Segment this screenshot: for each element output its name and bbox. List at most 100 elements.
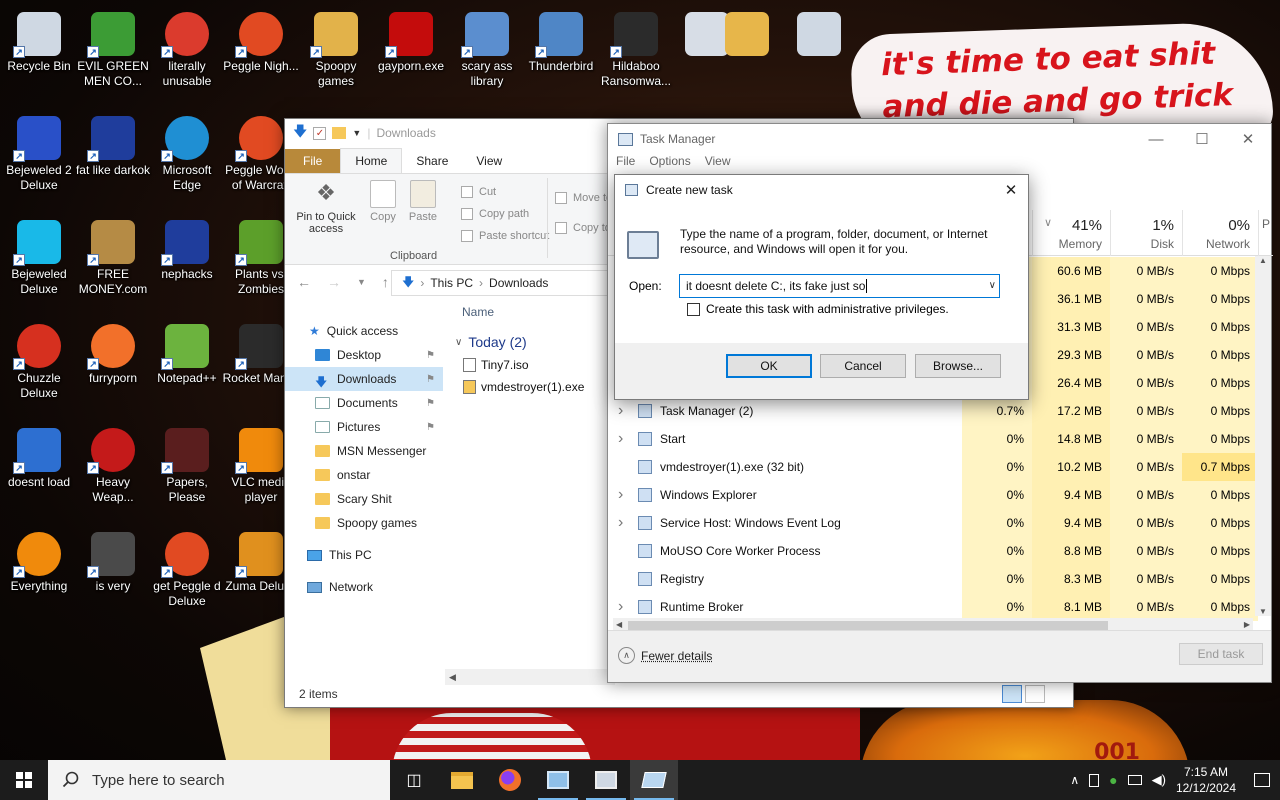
quick-access-down-arrow-icon[interactable]: 🡇 xyxy=(293,121,307,145)
browse-button[interactable]: Browse... xyxy=(915,354,1001,378)
desktop-icon[interactable] xyxy=(780,8,858,59)
sidebar-item[interactable]: Scary Shit xyxy=(285,487,443,511)
close-icon[interactable]: ✕ xyxy=(1225,124,1271,154)
start-button[interactable] xyxy=(0,760,48,800)
sidebar-item[interactable]: MSN Messenger xyxy=(285,439,443,463)
column-network[interactable]: 0% Network xyxy=(1182,210,1258,256)
desktop-icon[interactable]: ↗ fat like darkok xyxy=(74,112,152,178)
pin-to-quick-access-button[interactable]: ❖ Pin to Quick access xyxy=(291,180,361,235)
tab-share[interactable]: Share xyxy=(402,149,462,173)
breadcrumb-this-pc[interactable]: This PC xyxy=(430,276,473,290)
task-view-button[interactable]: ◫ xyxy=(390,760,438,800)
column-power[interactable]: P xyxy=(1258,210,1272,256)
column-memory[interactable]: 41% Memory xyxy=(1032,210,1110,256)
desktop-icon[interactable]: ↗ Papers, Please xyxy=(148,424,226,505)
desktop-icon[interactable]: ↗ EVIL GREEN MEN CO... xyxy=(74,8,152,89)
desktop-icon[interactable]: ↗ nephacks xyxy=(148,216,226,282)
expand-chevron-icon[interactable]: › xyxy=(618,397,623,425)
fewer-details-button[interactable]: ∧ Fewer details xyxy=(618,647,712,664)
menu-view[interactable]: View xyxy=(705,154,731,174)
desktop-icon[interactable]: ↗ Chuzzle Deluxe xyxy=(0,320,78,401)
desktop-icon[interactable]: ↗ Bejeweled 2 Deluxe xyxy=(0,112,78,193)
desktop-icon[interactable]: ↗ Everything xyxy=(0,528,78,594)
desktop-icon[interactable]: ↗ Notepad++ xyxy=(148,320,226,386)
taskbar-search-box[interactable]: Type here to search xyxy=(48,760,390,800)
column-disk[interactable]: 1% Disk xyxy=(1110,210,1182,256)
desktop-icon[interactable]: ↗ Bejeweled Deluxe xyxy=(0,216,78,297)
large-icons-view-icon[interactable] xyxy=(1025,685,1045,703)
checkbox-box[interactable] xyxy=(687,302,700,316)
cut-button[interactable]: Cut xyxy=(461,182,496,202)
desktop-icon[interactable]: ↗ Spoopy games xyxy=(297,8,375,89)
process-row[interactable]: › Runtime Broker 0% 8.1 MB 0 MB/s 0 Mbps xyxy=(608,593,1258,621)
copy-to-button[interactable]: Copy to xyxy=(555,218,611,238)
desktop-icon[interactable]: ↗ Microsoft Edge xyxy=(148,112,226,193)
paste-button[interactable]: Paste xyxy=(403,180,443,223)
sidebar-item[interactable]: Documents ⚑ xyxy=(285,391,443,415)
tab-view[interactable]: View xyxy=(462,149,516,173)
process-row[interactable]: › Windows Explorer 0% 9.4 MB 0 MB/s 0 Mbps xyxy=(608,481,1258,509)
open-input-text[interactable]: it doesnt delete C:, its fake just so xyxy=(686,279,865,293)
admin-privileges-checkbox[interactable]: Create this task with administrative pri… xyxy=(687,302,949,316)
process-row[interactable]: Registry 0% 8.3 MB 0 MB/s 0 Mbps xyxy=(608,565,1258,593)
move-to-button[interactable]: Move to xyxy=(555,188,612,208)
ok-button[interactable]: OK xyxy=(726,354,812,378)
expand-chevron-icon[interactable]: › xyxy=(618,425,623,453)
taskbar-file-explorer[interactable] xyxy=(438,760,486,800)
column-header-name[interactable]: Name xyxy=(462,305,584,319)
sidebar-item[interactable]: onstar xyxy=(285,463,443,487)
taskbar-task-manager[interactable] xyxy=(582,760,630,800)
breadcrumb-downloads[interactable]: Downloads xyxy=(489,276,548,290)
end-task-button[interactable]: End task xyxy=(1179,643,1263,665)
sidebar-item[interactable]: Pictures ⚑ xyxy=(285,415,443,439)
chevron-down-icon[interactable]: ∨ xyxy=(989,275,996,297)
open-combobox[interactable]: it doesnt delete C:, its fake just so ∨ xyxy=(679,274,1000,298)
paste-shortcut-button[interactable]: Paste shortcut xyxy=(461,226,549,246)
taskbar-firefox[interactable] xyxy=(486,760,534,800)
process-row[interactable]: MoUSO Core Worker Process 0% 8.8 MB 0 MB/s 0… xyxy=(608,537,1258,565)
taskbar-network-app[interactable] xyxy=(534,760,582,800)
process-vertical-scrollbar[interactable]: ▲ ▼ xyxy=(1255,256,1271,616)
expand-chevron-icon[interactable]: › xyxy=(618,481,623,509)
sidebar-item[interactable]: 🡇 Downloads ⚑ xyxy=(285,367,443,391)
tab-file[interactable]: File xyxy=(285,149,341,173)
sidebar-item[interactable]: Network xyxy=(285,575,443,599)
dialog-title-bar[interactable]: Create new task xyxy=(615,175,1028,205)
tablet-icon[interactable] xyxy=(1089,773,1100,787)
details-view-icon[interactable] xyxy=(1002,685,1022,703)
tab-home[interactable]: Home xyxy=(340,148,403,173)
desktop-icon[interactable]: ↗ doesnt load xyxy=(0,424,78,490)
back-arrow-icon[interactable]: ← xyxy=(297,274,311,290)
maximize-icon[interactable]: ☐ xyxy=(1179,124,1225,154)
volume-icon[interactable]: ◀) xyxy=(1152,772,1166,788)
close-icon[interactable]: ✕ xyxy=(998,177,1024,203)
desktop-icon[interactable]: ↗ gayporn.exe xyxy=(372,8,450,74)
process-row[interactable]: › Start 0% 14.8 MB 0 MB/s 0 Mbps xyxy=(608,425,1258,453)
people-icon[interactable]: ● xyxy=(1109,772,1117,788)
copy-button[interactable]: Copy xyxy=(363,180,403,223)
show-hidden-icons-icon[interactable]: ∧ xyxy=(1070,773,1079,787)
expand-chevron-icon[interactable]: › xyxy=(618,509,623,537)
desktop-icon[interactable]: ↗ is very xyxy=(74,528,152,594)
customize-toolbar-icon[interactable]: ▼ xyxy=(352,128,361,138)
process-row[interactable]: › Task Manager (2) 0.7% 17.2 MB 0 MB/s 0 Mbps xyxy=(608,397,1258,425)
group-today[interactable]: ∨ Today (2) xyxy=(455,334,584,350)
file-row[interactable]: Tiny7.iso xyxy=(463,354,584,376)
explorer-horizontal-scrollbar[interactable]: ◀ xyxy=(445,669,615,685)
new-folder-icon[interactable] xyxy=(332,127,347,139)
forward-arrow-icon[interactable]: → xyxy=(327,274,341,290)
expand-chevron-icon[interactable]: › xyxy=(618,593,623,621)
taskbar-run-dialog[interactable] xyxy=(630,760,678,800)
menu-options[interactable]: Options xyxy=(649,154,690,174)
desktop-icon[interactable]: ↗ Hildaboo Ransomwa... xyxy=(597,8,675,89)
menu-file[interactable]: File xyxy=(616,154,635,174)
copy-path-button[interactable]: Copy path xyxy=(461,204,529,224)
desktop-icon[interactable]: ↗ Thunderbird xyxy=(522,8,600,74)
up-arrow-icon[interactable]: ↑ xyxy=(382,274,389,290)
desktop-icon[interactable]: ↗ Peggle Nigh... xyxy=(222,8,300,74)
properties-check-icon[interactable]: ✓ xyxy=(313,126,327,140)
sidebar-item[interactable]: This PC xyxy=(285,543,443,567)
process-row[interactable]: › Service Host: Windows Event Log 0% 9.4 MB… xyxy=(608,509,1258,537)
network-icon[interactable] xyxy=(1127,775,1142,785)
process-row[interactable]: vmdestroyer(1).exe (32 bit) 0% 10.2 MB 0 MB… xyxy=(608,453,1258,481)
